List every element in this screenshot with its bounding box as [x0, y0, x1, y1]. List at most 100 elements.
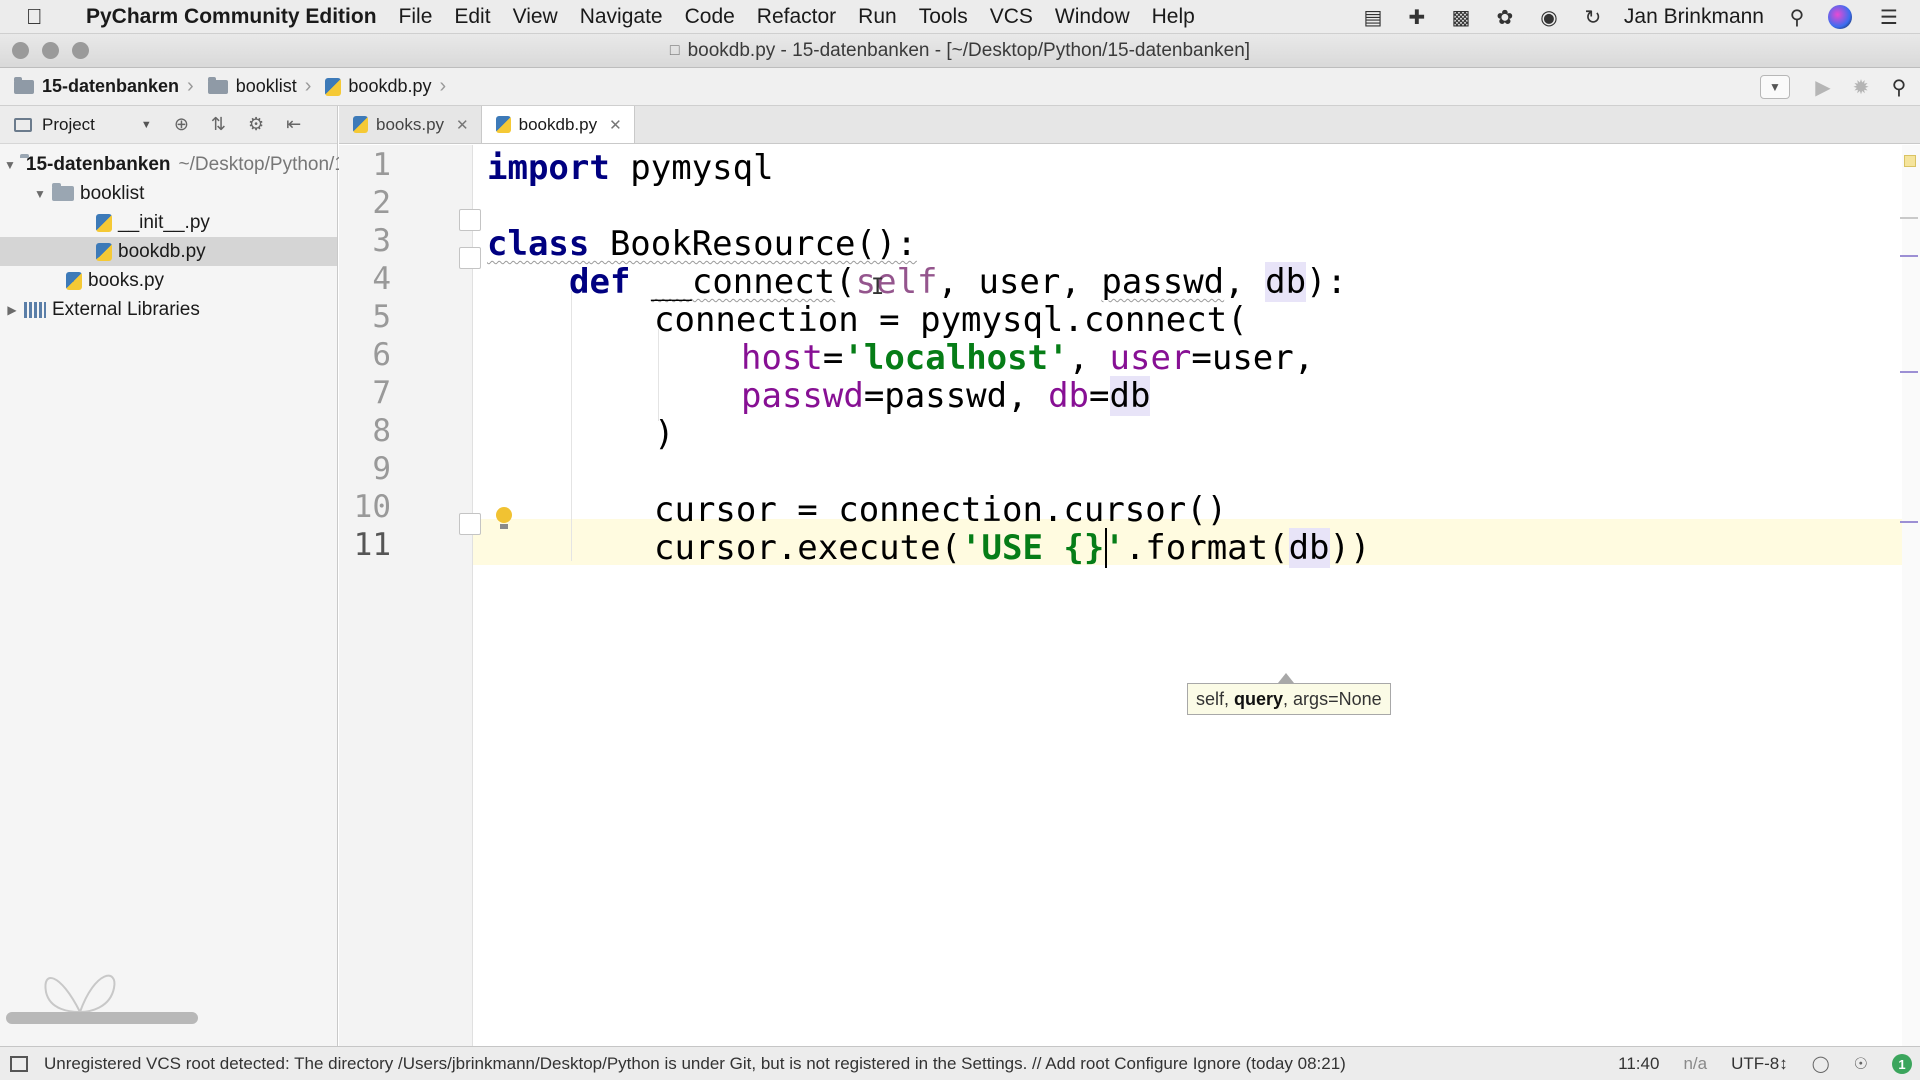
menu-window[interactable]: Window: [1055, 5, 1130, 29]
project-view-icon: [14, 117, 32, 132]
code-token: =user,: [1191, 338, 1315, 378]
zoom-window-button[interactable]: [72, 42, 89, 59]
lock-icon[interactable]: ◯: [1812, 1054, 1830, 1074]
notification-center-icon[interactable]: ☰: [1876, 4, 1902, 30]
menu-run[interactable]: Run: [858, 5, 897, 29]
close-window-button[interactable]: [12, 42, 29, 59]
window-controls: [12, 42, 102, 59]
minimize-window-button[interactable]: [42, 42, 59, 59]
event-log-badge[interactable]: 1: [1892, 1054, 1912, 1074]
code-token: cursor = connection.cursor(): [654, 490, 1228, 530]
chevron-down-icon[interactable]: ▼: [141, 119, 152, 131]
tree-item-label: External Libraries: [52, 298, 200, 320]
error-stripe[interactable]: [1900, 145, 1920, 1046]
menu-help[interactable]: Help: [1152, 5, 1195, 29]
code-token: db: [1288, 528, 1330, 568]
breadcrumb-booklist[interactable]: booklist ›: [207, 75, 312, 98]
breadcrumb-label: booklist: [235, 76, 297, 96]
code-token: 'localhost': [843, 338, 1069, 378]
tree-item-bookdb-py[interactable]: bookdb.py: [0, 237, 337, 266]
time-machine-icon[interactable]: ↻: [1580, 4, 1606, 30]
project-panel: Project ▼ ⊕ ⇅ ⚙ ⇤ ▼ 15-datenbanken ~/Des…: [0, 106, 472, 1046]
breadcrumb-file[interactable]: bookdb.py ›: [325, 75, 446, 98]
collapsed-arrow-icon[interactable]: ▶: [4, 303, 20, 317]
user-name[interactable]: Jan Brinkmann: [1624, 5, 1764, 29]
menu-code[interactable]: Code: [685, 5, 735, 29]
menu-tools[interactable]: Tools: [919, 5, 968, 29]
leaf-icon[interactable]: ✿: [1492, 4, 1518, 30]
inspection-status-icon[interactable]: [1904, 155, 1916, 167]
project-view-label[interactable]: Project: [42, 115, 95, 135]
param-hint-prefix: self,: [1196, 689, 1235, 709]
tab-label: bookdb.py: [518, 114, 598, 134]
caret-position[interactable]: 11:40: [1618, 1054, 1659, 1074]
code-line-8: ): [339, 411, 1920, 457]
code-token: )): [1329, 528, 1371, 568]
code-editor[interactable]: 1 2 3 4 5 6 7 8 9 10 11 import pymysql c…: [339, 145, 1920, 1046]
vcs-notification-message[interactable]: Unregistered VCS root detected: The dire…: [44, 1054, 1346, 1074]
menu-file[interactable]: File: [399, 5, 433, 29]
parameter-info-popup: self, query, args=None: [1187, 683, 1391, 715]
breadcrumb-project[interactable]: 15-datenbanken ›: [14, 75, 194, 98]
tree-item-booklist[interactable]: ▼ booklist: [0, 179, 337, 208]
code-token: =passwd,: [863, 376, 1049, 416]
camera-icon[interactable]: ▩: [1448, 4, 1474, 30]
stripe-mark[interactable]: [1900, 371, 1918, 373]
folder-icon: [14, 76, 34, 94]
status-bar: Unregistered VCS root detected: The dire…: [0, 1046, 1920, 1080]
tab-books-py[interactable]: books.py ✕: [339, 106, 482, 143]
close-icon[interactable]: ✕: [609, 116, 622, 134]
tree-item-project-root[interactable]: ▼ 15-datenbanken ~/Desktop/Python/15-dat…: [0, 150, 472, 179]
spotlight-search-icon[interactable]: ⚲: [1784, 4, 1810, 30]
code-token: 'USE {}': [961, 528, 1125, 568]
param-hint-suffix: , args=None: [1283, 689, 1382, 709]
collapse-all-icon[interactable]: ⇅: [211, 114, 226, 135]
menu-navigate[interactable]: Navigate: [580, 5, 663, 29]
locate-icon[interactable]: ⊕: [174, 114, 189, 135]
code-token: host: [741, 338, 823, 378]
python-file-icon: [495, 116, 511, 133]
menu-vcs[interactable]: VCS: [990, 5, 1033, 29]
macos-menubar:  PyCharm Community Edition File Edit Vi…: [0, 0, 1920, 34]
expanded-arrow-icon[interactable]: ▼: [4, 158, 16, 172]
menu-view[interactable]: View: [513, 5, 558, 29]
stripe-mark[interactable]: [1900, 217, 1918, 219]
line-separator[interactable]: n/a: [1683, 1054, 1707, 1074]
code-token: ,: [937, 262, 979, 302]
plus-icon[interactable]: ✚: [1404, 4, 1430, 30]
code-token: passwd: [1101, 262, 1225, 302]
tab-bookdb-py[interactable]: bookdb.py ✕: [481, 106, 635, 143]
tree-item-init-py[interactable]: __init__.py: [0, 208, 337, 237]
tree-item-label: books.py: [88, 269, 165, 291]
tool-window-toggle-icon[interactable]: [10, 1055, 28, 1072]
menu-edit[interactable]: Edit: [454, 5, 490, 29]
close-icon[interactable]: ✕: [456, 116, 469, 134]
code-token: class: [487, 224, 590, 264]
run-icon[interactable]: ▶: [1810, 74, 1836, 100]
menu-refactor[interactable]: Refactor: [757, 5, 836, 29]
inspector-icon[interactable]: ☉: [1854, 1054, 1868, 1074]
screencast-icon[interactable]: ▤: [1360, 4, 1386, 30]
search-icon[interactable]: ⚲: [1886, 74, 1912, 100]
apple-logo-icon[interactable]: : [26, 4, 66, 30]
document-icon: □: [669, 41, 680, 59]
chat-icon[interactable]: ◉: [1536, 4, 1562, 30]
debug-icon[interactable]: ✹: [1848, 74, 1874, 100]
stripe-mark[interactable]: [1900, 255, 1918, 257]
file-encoding[interactable]: UTF-8↕: [1731, 1054, 1788, 1074]
python-file-icon: [66, 271, 82, 290]
tree-item-books-py[interactable]: books.py: [0, 266, 337, 295]
expanded-arrow-icon[interactable]: ▼: [32, 187, 48, 201]
run-config-dropdown[interactable]: ▼: [1760, 75, 1790, 99]
hide-panel-icon[interactable]: ⇤: [286, 114, 301, 135]
app-name-menu[interactable]: PyCharm Community Edition: [86, 5, 377, 29]
code-token: cursor.execute(: [654, 528, 962, 568]
project-horizontal-scrollbar[interactable]: [6, 1012, 198, 1024]
gear-icon[interactable]: ⚙: [248, 114, 264, 135]
siri-icon[interactable]: [1828, 5, 1852, 29]
chevron-right-icon: ›: [304, 75, 312, 97]
python-file-icon: [353, 116, 368, 133]
tree-item-external-libraries[interactable]: ▶ External Libraries: [0, 295, 337, 324]
stripe-mark[interactable]: [1900, 521, 1918, 523]
code-token: ): [654, 414, 675, 454]
